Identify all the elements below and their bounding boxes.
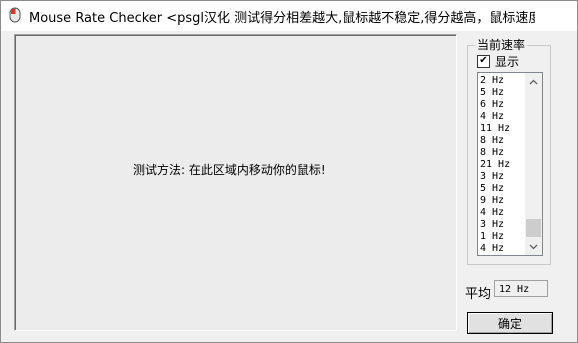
current-rate-group-title: 当前速率 [475,36,528,53]
client-area: 测试方法: 在此区域内移动你的鼠标! 当前速率 ✔ 显示 2 Hz 5 Hz 6 H… [1,31,577,342]
rate-list-item[interactable]: 5 Hz [480,183,524,195]
rate-list-item[interactable]: 8 Hz [480,135,524,147]
checkmark-icon[interactable]: ✔ [477,54,490,68]
app-window: Mouse Rate Checker <psgl汉化 测试得分相差越大,鼠标越不… [0,0,578,343]
mouse-test-area[interactable]: 测试方法: 在此区域内移动你的鼠标! [14,34,457,331]
chevron-up-icon[interactable] [525,73,542,90]
rate-list-item[interactable]: 11 Hz [480,123,524,135]
rate-list-item[interactable]: 8 Hz [480,147,524,159]
rate-list-item[interactable]: 6 Hz [480,99,524,111]
average-label: 平均 [465,287,492,302]
close-button[interactable] [535,1,577,31]
scroll-thumb[interactable] [526,219,541,237]
show-checkbox-label: 显示 [495,54,520,69]
rate-list-item[interactable]: 9 Hz [480,195,524,207]
listbox-scrollbar[interactable] [525,73,542,255]
ok-button[interactable]: 确定 [467,312,553,334]
mouse-app-icon [7,7,23,23]
average-rate-field: 12 Hz [494,280,548,297]
chevron-down-icon[interactable] [525,238,542,255]
rate-list-item[interactable]: 4 Hz [480,207,524,219]
title-bar[interactable]: Mouse Rate Checker <psgl汉化 测试得分相差越大,鼠标越不… [1,1,578,31]
rate-list-item[interactable]: 2 Hz [480,75,524,87]
show-checkbox[interactable]: ✔ 显示 [477,54,520,69]
rate-list-item[interactable]: 1 Hz [480,231,524,243]
rate-list-item[interactable]: 3 Hz [480,171,524,183]
rate-list-item[interactable]: 4 Hz [480,243,524,255]
test-instruction: 测试方法: 在此区域内移动你的鼠标! [133,163,326,177]
rate-list-item[interactable]: 3 Hz [480,219,524,231]
window-title: Mouse Rate Checker <psgl汉化 测试得分相差越大,鼠标越不… [29,11,578,26]
rate-listbox[interactable]: 2 Hz 5 Hz 6 Hz 4 Hz 11 Hz 8 Hz 8 Hz 21 Hz 3 Hz 5 … [477,72,543,256]
rate-list-item[interactable]: 21 Hz [480,159,524,171]
rate-list-item[interactable]: 4 Hz [480,111,524,123]
rate-list-item[interactable]: 5 Hz [480,87,524,99]
rate-list: 2 Hz 5 Hz 6 Hz 4 Hz 11 Hz 8 Hz 8 Hz 21 Hz 3 Hz 5 … [480,75,524,255]
